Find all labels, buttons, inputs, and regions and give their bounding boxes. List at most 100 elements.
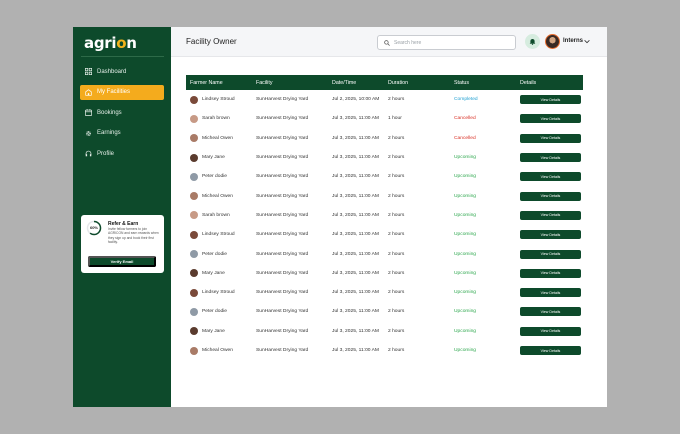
farmer-name-cell: Mary Jane — [186, 148, 252, 167]
facility-cell: SunHarvest Drying Yard — [256, 328, 309, 334]
grid-icon — [85, 68, 92, 75]
avatar — [190, 95, 198, 104]
table-row: Peter dodie SunHarvest Drying Yard Jul 3, … — [186, 244, 583, 263]
sidebar-item-earnings[interactable]: Earnings — [80, 126, 164, 141]
datetime-cell: Jul 3, 2025, 11:00 AM — [332, 116, 379, 122]
view-details-button[interactable]: View Details — [520, 249, 581, 259]
notification-button[interactable] — [525, 34, 540, 49]
sidebar-item-my-facilities[interactable]: My Facilities — [80, 84, 164, 100]
view-details-button[interactable]: View Details — [520, 307, 581, 317]
view-details-button[interactable]: View Details — [520, 191, 581, 201]
farmer-name-cell: Lindsey Stroud — [186, 90, 252, 109]
datetime-cell: Jul 2, 2025, 10:00 AM — [332, 97, 380, 103]
farmer-name-cell: Mary Jane — [186, 264, 252, 283]
table-row: Peter dodie SunHarvest Drying Yard Jul 3, … — [186, 167, 583, 186]
table-row: Sarah brown SunHarvest Drying Yard Jul 3, … — [186, 206, 583, 225]
avatar — [190, 307, 198, 316]
datetime-cell: Jul 3, 2025, 11:00 AM — [332, 174, 379, 180]
sidebar-item-profile[interactable]: Profile — [80, 146, 164, 161]
farmer-name-cell: Micheal Owen — [186, 341, 252, 360]
sidebar-item-dashboard[interactable]: Dashboard — [80, 64, 164, 79]
facility-cell: SunHarvest Drying Yard — [256, 116, 309, 122]
search-input[interactable] — [394, 39, 504, 46]
duration-cell: 2 hours — [388, 328, 405, 334]
status-cell: Upcoming — [454, 212, 477, 218]
details-cell: View Details — [516, 244, 583, 263]
top-header: Facility Owner Interns — [171, 27, 607, 57]
view-details-button[interactable]: View Details — [520, 268, 581, 278]
view-details-button[interactable]: View Details — [520, 210, 581, 220]
avatar — [190, 250, 198, 259]
facility-cell: SunHarvest Drying Yard — [256, 193, 309, 199]
facility-cell: SunHarvest Drying Yard — [256, 309, 309, 315]
agricon-logo[interactable]: agrion — [84, 34, 137, 52]
farmer-name-wrap: Lindsey Stroud — [190, 288, 252, 297]
chevron-down-icon[interactable] — [584, 39, 590, 44]
facility-cell: SunHarvest Drying Yard — [256, 232, 309, 238]
farmer-name-cell: Micheal Owen — [186, 129, 252, 148]
farmer-name-wrap: Mary Jane — [190, 327, 252, 336]
column-header-details: Details — [520, 79, 537, 86]
view-details-button[interactable]: View Details — [520, 230, 581, 240]
avatar — [190, 211, 198, 220]
duration-cell: 2 hours — [388, 270, 405, 276]
farmer-name-cell: Sarah brown — [186, 109, 252, 128]
column-header-status: Status — [454, 79, 470, 86]
table-row: Micheal Owen SunHarvest Drying Yard Jul 3,… — [186, 341, 583, 360]
datetime-cell: Jul 3, 2025, 11:00 AM — [332, 232, 379, 238]
farmer-name-cell: Lindsey Stroud — [186, 225, 252, 244]
sidebar: agrion Dashboard My Facilities Bookings … — [73, 27, 171, 407]
view-details-button[interactable]: View Details — [520, 114, 581, 124]
duration-cell: 2 hours — [388, 251, 405, 257]
farmer-name-cell: Peter dodie — [186, 244, 252, 263]
details-cell: View Details — [516, 322, 583, 341]
duration-cell: 2 hours — [388, 212, 405, 218]
details-cell: View Details — [516, 148, 583, 167]
table-row: Sarah brown SunHarvest Drying Yard Jul 3, … — [186, 109, 583, 128]
datetime-cell: Jul 3, 2025, 11:00 AM — [332, 270, 379, 276]
logo-text-suffix: n — [126, 34, 137, 52]
table-row: Micheal Owen SunHarvest Drying Yard Jul 3,… — [186, 186, 583, 205]
sidebar-item-label: Dashboard — [97, 68, 127, 75]
view-details-button[interactable]: View Details — [520, 133, 581, 143]
duration-cell: 2 hours — [388, 348, 405, 353]
sidebar-item-label: Earnings — [97, 130, 121, 137]
datetime-cell: Jul 3, 2025, 11:00 AM — [332, 290, 379, 296]
view-details-button[interactable]: View Details — [520, 288, 581, 298]
sidebar-item-bookings[interactable]: Bookings — [80, 105, 164, 120]
duration-cell: 2 hours — [388, 135, 405, 141]
duration-cell: 2 hours — [388, 232, 405, 238]
table-body: Lindsey Stroud SunHarvest Drying Yard Jul … — [186, 90, 583, 360]
farmer-name-wrap: Lindsey Stroud — [190, 95, 252, 104]
duration-cell: 2 hours — [388, 97, 405, 103]
duration-cell: 2 hours — [388, 174, 405, 180]
farmer-name: Lindsey Stroud — [202, 290, 235, 296]
table-row: Mary Jane SunHarvest Drying Yard Jul 3, 20… — [186, 264, 583, 283]
user-name[interactable]: Interns — [563, 38, 583, 44]
user-avatar[interactable] — [545, 34, 560, 49]
facility-cell: SunHarvest Drying Yard — [256, 155, 309, 161]
farmer-name-cell: Micheal Owen — [186, 186, 252, 205]
farmer-name-cell: Sarah brown — [186, 206, 252, 225]
facility-cell: SunHarvest Drying Yard — [256, 251, 309, 257]
farmer-name-wrap: Micheal Owen — [190, 134, 252, 143]
view-details-button[interactable]: View Details — [520, 172, 581, 182]
view-details-button[interactable]: View Details — [520, 346, 581, 355]
farmer-name-wrap: Sarah brown — [190, 114, 252, 123]
sidebar-item-label: Profile — [97, 150, 115, 157]
status-cell: Upcoming — [454, 251, 477, 257]
view-details-button[interactable]: View Details — [520, 153, 581, 163]
bookings-table: Farmer Name Facility Date/Time Duration … — [186, 75, 583, 360]
farmer-name-wrap: Micheal Owen — [190, 346, 252, 355]
verify-email-button[interactable]: Verify Email — [88, 256, 156, 267]
datetime-cell: Jul 3, 2025, 11:00 AM — [332, 328, 379, 334]
view-details-button[interactable]: View Details — [520, 95, 581, 105]
status-cell: Upcoming — [454, 328, 477, 334]
search-box[interactable] — [377, 35, 516, 50]
status-cell: Upcoming — [454, 270, 477, 276]
farmer-name: Mary Jane — [202, 270, 225, 276]
details-cell: View Details — [516, 186, 583, 205]
column-header-date-time: Date/Time — [332, 79, 357, 86]
datetime-cell: Jul 3, 2025, 11:00 AM — [332, 309, 379, 315]
view-details-button[interactable]: View Details — [520, 326, 581, 336]
